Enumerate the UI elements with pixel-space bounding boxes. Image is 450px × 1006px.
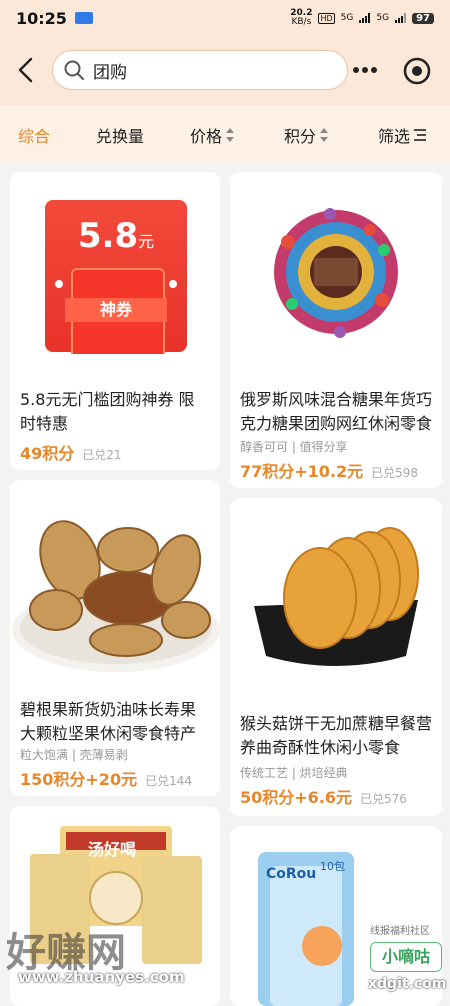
top-header: [0, 36, 450, 106]
watermark-right-main: 小嘀咕: [370, 942, 442, 972]
product-title: 碧根果新货奶油味长寿果大颗粒坚果休闲零食特产: [20, 700, 197, 743]
pecan-nuts-image: [12, 520, 220, 672]
filter-screen[interactable]: 筛选: [378, 123, 427, 147]
filter-points[interactable]: 积分: [284, 123, 329, 147]
signal-label-1: 5G: [340, 13, 354, 23]
price-row: 150积分+20元 已兑144: [20, 766, 192, 790]
price-row: 49积分 已兑21: [20, 440, 122, 464]
more-options-icon[interactable]: [350, 58, 380, 82]
sort-arrows-icon: [320, 128, 329, 142]
product-title: 5.8元无门槛团购神券 限时特惠: [20, 390, 195, 433]
product-title: 俄罗斯风味混合糖果年货巧克力糖果团购网红休闲零食: [240, 390, 432, 433]
product-card[interactable]: 碧根果新货奶油味长寿果大颗粒坚果休闲零食特产 粒大饱满 | 壳薄易剥 150积分…: [10, 480, 220, 796]
product-sold: 已兑144: [145, 774, 192, 788]
battery-indicator: 97: [412, 12, 434, 24]
filter-price[interactable]: 价格: [190, 123, 235, 147]
filter-bar: 综合 兑换量 价格 积分 筛选: [0, 106, 450, 162]
product-card[interactable]: 5.8元 神券 5.8元无门槛团购神券 限时特惠 49积分 已兑21: [10, 172, 220, 470]
biscuits-image: [254, 527, 419, 666]
price-row: 50积分+6.6元 已兑576: [240, 784, 407, 808]
sort-arrows-icon: [226, 128, 235, 142]
coupon-band-label: 神券: [65, 298, 167, 322]
search-icon: [64, 60, 84, 80]
tissue-count-text: 10包: [320, 860, 345, 873]
signal-label-2: 5G: [376, 13, 390, 23]
search-input[interactable]: [91, 59, 325, 81]
back-arrow-icon[interactable]: [14, 56, 38, 84]
watermark-left-url: www.zhuanyes.com: [18, 968, 185, 986]
product-card[interactable]: 俄罗斯风味混合糖果年货巧克力糖果团购网红休闲零食 醇香可可 | 值得分享 77积…: [230, 172, 442, 488]
network-speed: 20.2 KB/s: [290, 8, 313, 27]
coupon-amount: 5.8元: [77, 216, 155, 256]
watermark-right: 线报福利社区 小嘀咕 xdgit.com: [360, 920, 450, 1000]
filter-comprehensive[interactable]: 综合: [18, 123, 50, 147]
product-tags: 醇香可可 | 值得分享: [240, 440, 348, 454]
status-bar: 10:25 20.2 KB/s HD 5G 5G 97: [0, 0, 450, 36]
tissue-brand-text: CoRou: [266, 866, 317, 882]
product-price: 49积分: [20, 444, 75, 463]
signal-bars-icon-2: [395, 13, 407, 23]
watermark-right-sub: 线报福利社区: [370, 926, 430, 937]
candy-image: [274, 208, 398, 338]
product-tags: 粒大饱满 | 壳薄易剥: [20, 748, 128, 762]
filter-lines-icon: [414, 129, 427, 141]
signal-bars-icon: [359, 13, 371, 23]
product-price: 50积分+6.6元: [240, 788, 353, 807]
target-circle-icon[interactable]: [402, 56, 432, 86]
watermark-right-url: xdgit.com: [368, 976, 447, 992]
product-sold: 已兑21: [82, 448, 122, 462]
product-title: 猴头菇饼干无加蔗糖早餐营养曲奇酥性休闲小零食: [240, 714, 432, 757]
search-box[interactable]: [52, 50, 348, 90]
watermark-left: 好赚网 www.zhuanyes.com: [0, 916, 200, 1000]
filter-exchange-count[interactable]: 兑换量: [96, 123, 144, 147]
app-notification-icon: [74, 12, 93, 24]
product-sold: 已兑576: [360, 792, 407, 806]
product-card[interactable]: 猴头菇饼干无加蔗糖早餐营养曲奇酥性休闲小零食 传统工艺 | 烘培经典 50积分+…: [230, 498, 442, 816]
hd-icon: HD: [318, 12, 335, 24]
coupon-image: 5.8元 神券: [45, 200, 187, 354]
product-price: 77积分+10.2元: [240, 462, 364, 481]
status-time: 10:25: [16, 8, 67, 28]
product-tags: 传统工艺 | 烘培经典: [240, 766, 348, 780]
product-sold: 已兑598: [371, 466, 419, 480]
package-text: 汤好喝: [88, 840, 137, 859]
product-price: 150积分+20元: [20, 770, 138, 789]
price-row: 77积分+10.2元 已兑598: [240, 458, 418, 482]
